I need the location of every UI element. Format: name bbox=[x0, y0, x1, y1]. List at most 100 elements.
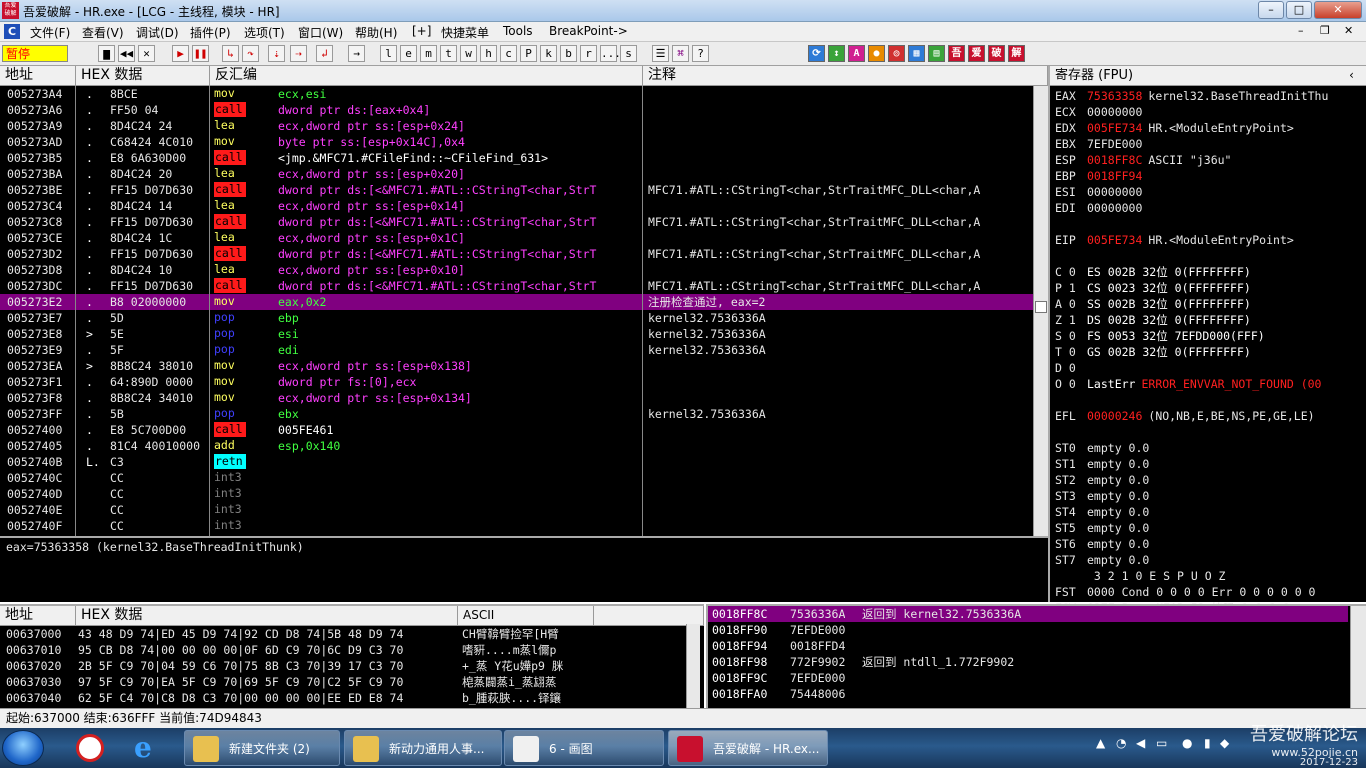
column-header-hex[interactable]: HEX 数据 bbox=[76, 66, 210, 86]
tool-calc-icon[interactable]: ▤ bbox=[928, 45, 945, 62]
register-line[interactable]: EDX 005FE734 HR.<ModuleEntryPoint> bbox=[1055, 120, 1294, 136]
battery-icon[interactable]: ▮ bbox=[1204, 736, 1211, 750]
register-line[interactable]: 3 2 1 0 E S P U O Z bbox=[1055, 568, 1231, 584]
disasm-row[interactable]: 0052740B L. C3 retn bbox=[0, 454, 1033, 470]
window-button-8[interactable]: k bbox=[540, 45, 557, 62]
register-line[interactable]: Z 1 DS 002B 32位 0(FFFFFFFF) bbox=[1055, 312, 1257, 328]
column-header-disasm[interactable]: 反汇编 bbox=[210, 66, 643, 86]
windows-start-icon[interactable] bbox=[2, 730, 44, 766]
title-bar[interactable]: 吾爱破解 吾爱破解 - HR.exe - [LCG - 主线程, 模块 - HR… bbox=[0, 0, 1366, 22]
window-button-6[interactable]: c bbox=[500, 45, 517, 62]
register-line[interactable]: ST6 empty 0.0 bbox=[1055, 536, 1155, 552]
security-icon[interactable]: ◆ bbox=[1220, 736, 1229, 750]
dump-ascii[interactable]: CH臂鞥臂捡罕[H臂 bbox=[462, 626, 592, 642]
disasm-row[interactable]: 005273EA >8B8C24 38010 mov ecx,dword ptr ss… bbox=[0, 358, 1033, 374]
run-icon[interactable]: ▶ bbox=[172, 45, 189, 62]
register-line[interactable]: FST 0000 Cond 0 0 0 0 Err 0 0 0 0 0 0 bbox=[1055, 584, 1321, 600]
tool-circle-icon[interactable]: ● bbox=[868, 45, 885, 62]
disasm-row[interactable]: 005273B5. E8 6A630D00 call <jmp.&MFC71.#CFi… bbox=[0, 150, 1033, 166]
register-line[interactable]: EAX 75363358 kernel32.BaseThreadInitThu bbox=[1055, 88, 1328, 104]
dump-address[interactable]: 00637030 bbox=[6, 674, 61, 690]
register-line[interactable]: EIP 005FE734 HR.<ModuleEntryPoint> bbox=[1055, 232, 1294, 248]
plugin-wu-icon[interactable]: 吾 bbox=[948, 45, 965, 62]
tool-target-icon[interactable]: ◎ bbox=[888, 45, 905, 62]
window-button-9[interactable]: b bbox=[560, 45, 577, 62]
disasm-row[interactable]: 005273CE. 8D4C24 1C lea ecx,dword ptr ss:[e… bbox=[0, 230, 1033, 246]
window-button-3[interactable]: t bbox=[440, 45, 457, 62]
register-line[interactable]: C 0 ES 002B 32位 0(FFFFFFFF) bbox=[1055, 264, 1257, 280]
menu-item-5[interactable]: 窗口(W) bbox=[298, 24, 343, 41]
disasm-row[interactable]: 005273DC. FF15 D07D630 call dword ptr ds:[<… bbox=[0, 278, 1033, 294]
tool-a-icon[interactable]: ↕ bbox=[828, 45, 845, 62]
disasm-row[interactable]: 005273F8. 8B8C24 34010 mov ecx,dword ptr ss… bbox=[0, 390, 1033, 406]
disasm-row[interactable]: 005273E9. 5F pop edi kernel32.7536336A bbox=[0, 342, 1033, 358]
dump-ascii[interactable]: +_蒸 Y花u嬅p9 脒 bbox=[462, 658, 592, 674]
minimize-button[interactable]: – bbox=[1258, 1, 1284, 19]
dump-hex[interactable]: 2B 5F C9 70|04 59 C6 70|75 8B C3 70|39 1… bbox=[78, 658, 403, 674]
dump-header-ascii[interactable]: ASCII bbox=[458, 606, 594, 626]
stack-row[interactable]: 0018FFA0 75448006 bbox=[708, 686, 1348, 702]
dump-address[interactable]: 00637020 bbox=[6, 658, 61, 674]
dump-address[interactable]: 00637000 bbox=[6, 626, 61, 642]
disasm-row[interactable]: 0052740E CC int3 bbox=[0, 502, 1033, 518]
register-line[interactable]: S 0 FS 0053 32位 7EFDD000(FFF) bbox=[1055, 328, 1271, 344]
register-line[interactable]: ST0 empty 0.0 bbox=[1055, 440, 1155, 456]
task-paint[interactable]: 6 - 画图 bbox=[504, 730, 664, 766]
register-line[interactable]: ST7 empty 0.0 bbox=[1055, 552, 1155, 568]
disasm-row[interactable]: 005273FF. 5B pop ebx kernel32.7536336A bbox=[0, 406, 1033, 422]
register-line[interactable]: ST3 empty 0.0 bbox=[1055, 488, 1155, 504]
disasm-row[interactable]: 0052740F CC int3 bbox=[0, 518, 1033, 534]
registers-header[interactable]: 寄存器 (FPU) bbox=[1050, 66, 1366, 86]
menu-item-0[interactable]: 文件(F) bbox=[30, 24, 70, 41]
register-line[interactable]: ST2 empty 0.0 bbox=[1055, 472, 1155, 488]
window-button-4[interactable]: w bbox=[460, 45, 477, 62]
window-button-1[interactable]: e bbox=[400, 45, 417, 62]
dump-scrollbar[interactable] bbox=[686, 624, 700, 708]
window-button-0[interactable]: l bbox=[380, 45, 397, 62]
disasm-row[interactable]: 005273C8. FF15 D07D630 call dword ptr ds:[<… bbox=[0, 214, 1033, 230]
mdi-minimize-icon[interactable]: – bbox=[1298, 24, 1304, 37]
window-button-11[interactable]: ... bbox=[600, 45, 621, 62]
register-line[interactable]: A 0 SS 002B 32位 0(FFFFFFFF) bbox=[1055, 296, 1257, 312]
menu-item-8[interactable]: 快捷菜单 bbox=[441, 24, 489, 41]
column-header-comment[interactable]: 注释 bbox=[643, 66, 1048, 86]
column-header-address[interactable]: 地址 bbox=[0, 66, 76, 86]
disasm-row[interactable]: 00527400. E8 5C700D00 call 005FE461 bbox=[0, 422, 1033, 438]
monitor-icon[interactable]: ▭ bbox=[1156, 736, 1167, 750]
register-line[interactable] bbox=[1055, 392, 1093, 408]
execute-till-return-icon[interactable]: ↲ bbox=[316, 45, 333, 62]
disasm-row[interactable]: 005273BE. FF15 D07D630 call dword ptr ds:[<… bbox=[0, 182, 1033, 198]
disasm-row[interactable]: 00527405. 81C4 40010000 add esp,0x140 bbox=[0, 438, 1033, 454]
pinned-app-icon[interactable] bbox=[70, 732, 114, 764]
restart-icon[interactable]: ◀◀ bbox=[118, 45, 135, 62]
disasm-row[interactable]: 005273A6. FF50 04 call dword ptr ds:[eax+0x… bbox=[0, 102, 1033, 118]
register-line[interactable]: EFL 00000246 (NO,NB,E,BE,NS,PE,GE,LE) bbox=[1055, 408, 1315, 424]
window-button-2[interactable]: m bbox=[420, 45, 437, 62]
chevron-left-icon[interactable]: ‹ bbox=[1348, 68, 1355, 82]
maximize-button[interactable]: □ bbox=[1286, 1, 1312, 19]
menu-item-2[interactable]: 调试(D) bbox=[136, 24, 179, 41]
register-line[interactable]: EBX 7EFDE000 bbox=[1055, 136, 1148, 152]
close-button[interactable]: ✕ bbox=[1314, 1, 1362, 19]
pause-icon[interactable]: ❚❚ bbox=[192, 45, 209, 62]
dump-ascii[interactable]: 梍蒸闢蒸i_蒸翃蒸 bbox=[462, 674, 592, 690]
register-line[interactable]: ST5 empty 0.0 bbox=[1055, 520, 1155, 536]
scroll-thumb[interactable] bbox=[1035, 301, 1047, 313]
menu-item-3[interactable]: 插件(P) bbox=[190, 24, 231, 41]
register-line[interactable]: EDI 00000000 bbox=[1055, 200, 1148, 216]
options-icon[interactable]: ⌘ bbox=[672, 45, 689, 62]
disasm-row[interactable]: 005273F1. 64:890D 0000 mov dword ptr fs:[0]… bbox=[0, 374, 1033, 390]
stack-row[interactable]: 0018FF9C 7EFDE000 bbox=[708, 670, 1348, 686]
qq-icon[interactable]: ● bbox=[1182, 736, 1192, 750]
register-line[interactable]: ECX 00000000 bbox=[1055, 104, 1148, 120]
window-button-12[interactable]: s bbox=[620, 45, 637, 62]
menu-item-9[interactable]: Tools bbox=[503, 24, 533, 38]
disasm-row[interactable]: 005273E8 >5E pop esi kernel32.7536336A bbox=[0, 326, 1033, 342]
dump-hex[interactable]: 43 48 D9 74|ED 45 D9 74|92 CD D8 74|5B 4… bbox=[78, 626, 403, 642]
register-line[interactable]: ST4 empty 0.0 bbox=[1055, 504, 1155, 520]
tool-letter-a-icon[interactable]: A bbox=[848, 45, 865, 62]
disasm-row[interactable]: 005273C4. 8D4C24 14 lea ecx,dword ptr ss:[e… bbox=[0, 198, 1033, 214]
goto-icon[interactable]: → bbox=[348, 45, 365, 62]
disasm-row[interactable]: 005273A4. 8BCE mov ecx,esi bbox=[0, 86, 1033, 102]
register-line[interactable]: ST1 empty 0.0 bbox=[1055, 456, 1155, 472]
